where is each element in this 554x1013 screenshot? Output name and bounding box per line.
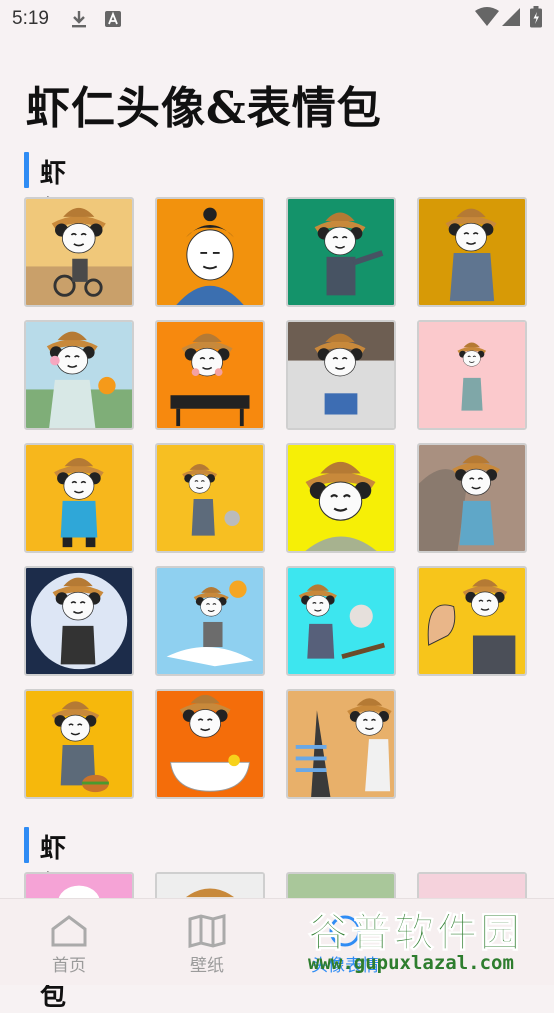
battery-icon <box>530 6 542 28</box>
page-title: 虾仁头像&表情包 <box>26 83 382 134</box>
wifi-icon <box>475 7 499 26</box>
avatar-tile-4[interactable] <box>417 197 527 307</box>
nav-home[interactable]: 首页 <box>0 899 138 985</box>
watermark-brand: 谷普软件园 <box>308 910 523 957</box>
avatar-tile-7[interactable] <box>286 320 396 430</box>
nav-wallpaper-label: 壁纸 <box>190 956 224 976</box>
avatar-tile-17[interactable] <box>24 689 134 799</box>
avatar-tile-3[interactable] <box>286 197 396 307</box>
status-bar: 5:19 <box>0 0 554 40</box>
avatar-tile-19[interactable] <box>286 689 396 799</box>
watermark-url: www.gupuxlazal.com <box>308 952 514 974</box>
avatar-tile-11[interactable] <box>286 443 396 553</box>
section-accent-bar <box>24 152 29 188</box>
avatar-tile-18[interactable] <box>155 689 265 799</box>
avatar-tile-9[interactable] <box>24 443 134 553</box>
avatar-tile-1[interactable] <box>24 197 134 307</box>
avatar-tile-12[interactable] <box>417 443 527 553</box>
avatar-tile-14[interactable] <box>155 566 265 676</box>
avatar-tile-8[interactable] <box>417 320 527 430</box>
avatar-tile-15[interactable] <box>286 566 396 676</box>
avatar-tile-6[interactable] <box>155 320 265 430</box>
avatar-tile-16[interactable] <box>417 566 527 676</box>
map-icon <box>188 914 226 948</box>
download-icon <box>72 11 86 28</box>
watermark: 谷普软件园 www.gupuxlazal.com <box>302 898 554 984</box>
nav-home-label: 首页 <box>52 956 86 976</box>
avatar-tile-5[interactable] <box>24 320 134 430</box>
signal-icon <box>502 8 520 26</box>
home-icon <box>51 915 87 947</box>
avatar-tile-10[interactable] <box>155 443 265 553</box>
status-time: 5:19 <box>12 8 49 29</box>
section-accent-bar <box>24 827 29 863</box>
font-icon <box>105 11 121 27</box>
avatar-tile-13[interactable] <box>24 566 134 676</box>
avatar-tile-2[interactable] <box>155 197 265 307</box>
nav-wallpaper[interactable]: 壁纸 <box>138 899 276 985</box>
